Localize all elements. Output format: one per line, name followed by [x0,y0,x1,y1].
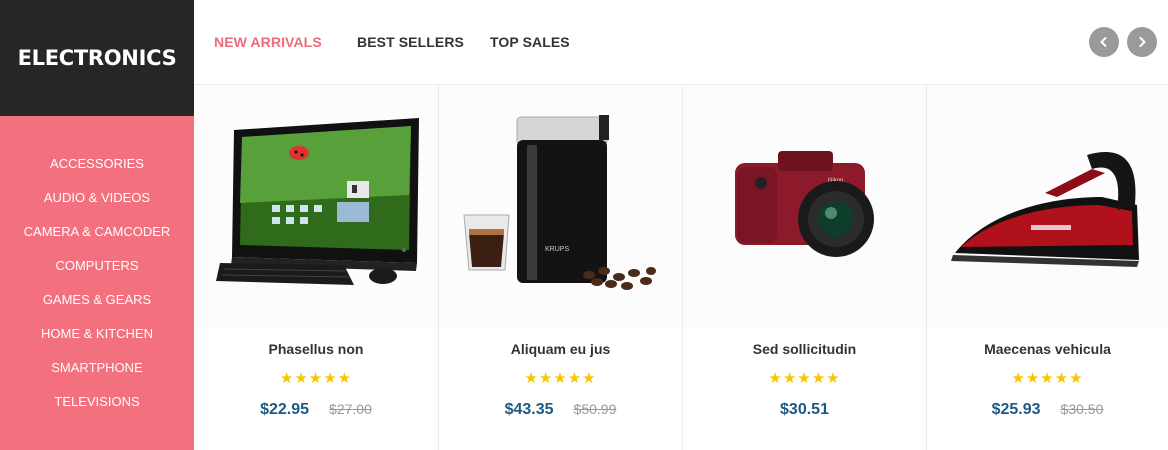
category-item-home-kitchen[interactable]: HOME & KITCHEN [0,325,194,359]
product-name[interactable]: Sed sollicitudin [683,341,926,357]
category-sidebar: ELECTRONICS ACCESSORIES AUDIO & VIDEOS C… [0,0,194,450]
electronics-widget: ELECTRONICS ACCESSORIES AUDIO & VIDEOS C… [0,0,1168,450]
product-price: $25.93 [991,401,1041,418]
product-name[interactable]: Aliquam eu jus [439,341,682,357]
product-price: $43.35 [504,401,554,418]
product-card[interactable]: Phasellus non ★★★★★ $22.95 $27.00 [194,85,439,450]
product-price: $22.95 [260,401,310,418]
chevron-right-icon [1139,37,1146,47]
next-button[interactable] [1127,27,1157,57]
category-item-audio-videos[interactable]: AUDIO & VIDEOS [0,189,194,223]
price-row: $22.95 $27.00 [194,401,438,419]
price-row: $30.51 [683,401,926,419]
product-card[interactable]: Nikon Sed sollicitudin ★★★★★ $30.51 [683,85,927,450]
tab-new-arrivals[interactable]: NEW ARRIVALS [214,34,322,50]
category-item-televisions[interactable]: TELEVISIONS [0,393,194,427]
tab-top-sales[interactable]: TOP SALES [490,34,570,50]
rating-stars: ★★★★★ [1011,370,1084,387]
tab-best-sellers[interactable]: BEST SELLERS [357,34,464,50]
chevron-left-icon [1100,37,1107,47]
category-item-games-gears[interactable]: GAMES & GEARS [0,291,194,325]
old-price: $30.50 [1060,401,1104,417]
old-price: $50.99 [573,401,617,417]
category-item-smartphone[interactable]: SMARTPHONE [0,359,194,393]
product-card[interactable]: KRUPS Aliquam eu jus ★★★★★ $43.35 $50.99 [439,85,683,450]
rating-stars: ★★★★★ [524,370,597,387]
category-list: ACCESSORIES AUDIO & VIDEOS CAMERA & CAMC… [0,116,194,450]
product-name[interactable]: Phasellus non [194,341,438,357]
svg-text:KRUPS: KRUPS [545,246,569,253]
old-price: $27.00 [329,401,372,417]
prev-button[interactable] [1089,27,1119,57]
category-item-accessories[interactable]: ACCESSORIES [0,155,194,189]
rating-stars: ★★★★★ [768,370,841,387]
product-image-coffee-grinder[interactable]: KRUPS [439,85,682,328]
product-card[interactable]: Maecenas vehicula ★★★★★ $25.93 $30.50 [927,85,1168,450]
product-image-dslr-camera[interactable]: Nikon [683,85,926,328]
price-row: $43.35 $50.99 [439,401,682,419]
product-image-all-in-one-pc[interactable] [194,85,438,328]
product-name[interactable]: Maecenas vehicula [927,341,1168,357]
price-row: $25.93 $30.50 [927,401,1168,419]
product-tabs: NEW ARRIVALS BEST SELLERS TOP SALES [194,0,1168,85]
category-item-camera-camcoder[interactable]: CAMERA & CAMCODER [0,223,194,257]
rating-stars: ★★★★★ [279,370,353,387]
category-item-computers[interactable]: COMPUTERS [0,257,194,291]
product-price: $30.51 [780,401,829,418]
brand-header: ELECTRONICS [0,0,194,116]
product-image-steam-iron[interactable] [927,85,1168,328]
brand-title: ELECTRONICS [17,46,177,70]
